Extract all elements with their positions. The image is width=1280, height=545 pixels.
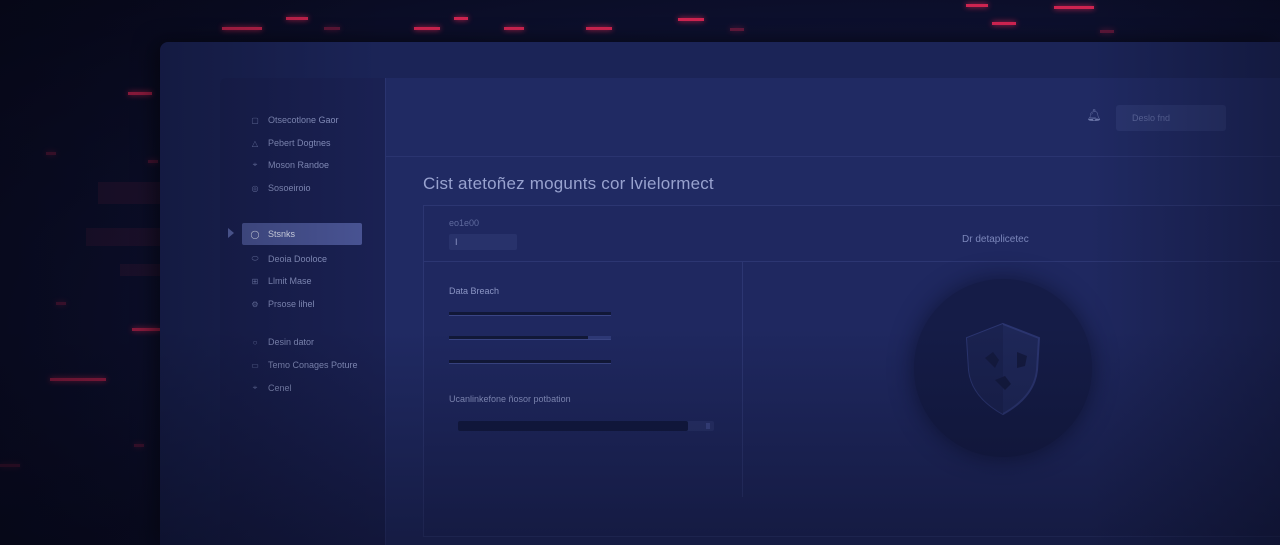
code-glint [678,18,704,21]
code-glint [56,302,66,305]
triangle-icon: △ [251,138,259,148]
progress-fill [458,421,689,431]
sidebar-item-label: Deoia Dooloce [268,254,328,264]
code-glint [134,444,144,447]
card-divider-vertical [742,262,743,497]
sidebar-item-desin-dator[interactable]: ○ Desin dator [250,333,314,351]
circle-dot-icon: ◎ [251,183,259,193]
code-block [120,264,160,276]
grid-icon: ⊞ [251,276,259,286]
active-indicator-caret [228,228,234,238]
sidebar-item-prsose-lihel[interactable]: ⚙ Prsose lihel [250,295,315,313]
sidebar: ▢ Otsecotlone Gaor △ Pebert Dogtnes ⌖ Mo… [220,78,386,545]
code-glint [454,17,468,20]
sidebar-item-sosoeiroio[interactable]: ◎ Sosoeiroio [250,179,311,197]
ring-icon: ○ [252,337,258,347]
code-glint [222,27,262,30]
code-glint [128,92,152,95]
sidebar-item-pebert-dogtnes[interactable]: △ Pebert Dogtnes [250,134,331,152]
sidebar-item-label: Pebert Dogtnes [268,138,331,148]
sidebar-item-label: Prsose lihel [268,299,315,309]
code-glint [0,464,20,467]
code-glint [586,27,612,30]
card-divider [424,261,1280,262]
sidebar-item-label: Cenel [268,383,292,393]
sidebar-item-temo-conages-poture[interactable]: ▭ Temo Conages Poture [250,356,358,374]
header-action-button[interactable]: Deslo fnd [1116,105,1226,131]
pin-icon: ⌖ [252,160,258,169]
square-icon: ▢ [251,115,259,125]
code-glint [730,28,744,31]
gear-icon: ⚙ [251,299,259,309]
bell-icon[interactable]: 🔔︎ [1086,108,1101,122]
data-row-line [449,336,611,340]
sidebar-item-cenel[interactable]: ⌖ Cenel [250,379,292,397]
sidebar-item-label: Otsecotlone Gaor [268,115,339,125]
progress-knob [706,423,710,429]
app-window: ▢ Otsecotlone Gaor △ Pebert Dogtnes ⌖ Mo… [220,78,1280,545]
right-panel-label: Dr detaplicetec [962,234,1029,245]
pin-icon: ⌖ [252,383,258,392]
sidebar-item-otsecotlone-gaor[interactable]: ▢ Otsecotlone Gaor [250,111,339,129]
code-glint [414,27,440,30]
sidebar-item-label: Llmit Mase [268,276,312,286]
data-row-line [449,312,611,316]
sidebar-item-llmit-mase[interactable]: ⊞ Llmit Mase [250,272,312,290]
sidebar-item-label: Stsnks [268,229,296,239]
refresh-icon: ◯ [250,229,260,239]
main-card: eo1e00 I Dr detaplicetec Data Breach Uca… [423,205,1280,537]
section-title-exposure: Ucanlinkefone ñosor potbation [449,394,571,404]
sidebar-item-label: Moson Randoe [268,160,330,170]
scene-background: ▢ Otsecotlone Gaor △ Pebert Dogtnes ⌖ Mo… [0,0,1280,545]
code-glint [1100,30,1114,33]
sidebar-item-deoia-dooloce[interactable]: ⬭ Deoia Dooloce [250,250,327,268]
data-row-line [449,360,611,364]
code-glint [966,4,988,7]
code-block [86,228,160,246]
code-glint [46,152,56,155]
shield-icon [965,322,1041,416]
code-glint [324,27,340,30]
code-glint [992,22,1016,25]
sidebar-item-label: Sosoeiroio [268,183,311,193]
stat-label: eo1e00 [449,218,480,228]
top-bar: 🔔︎ Deslo fnd [385,78,1280,157]
sidebar-item-moson-randoe[interactable]: ⌖ Moson Randoe [250,156,329,174]
code-glint [50,378,106,381]
sidebar-item-stsnks[interactable]: ◯ Stsnks [242,223,362,245]
page-title: Cist atetoñez mogunts cor lvielormect [423,174,714,193]
code-glint [1054,6,1094,9]
sidebar-item-label: Desin dator [268,337,315,347]
code-glint [504,27,524,30]
ellipse-icon: ⬭ [251,254,259,263]
stat-value-box: I [449,234,517,250]
sidebar-item-label: Temo Conages Poture [268,360,358,370]
code-block [98,182,160,204]
code-glint [286,17,308,20]
dash-icon: ▭ [251,360,259,370]
progress-bar [458,421,714,431]
code-glint [132,328,160,331]
shield-emblem [914,279,1092,457]
code-glint [148,160,158,163]
section-title-data-breach: Data Breach [449,286,500,296]
